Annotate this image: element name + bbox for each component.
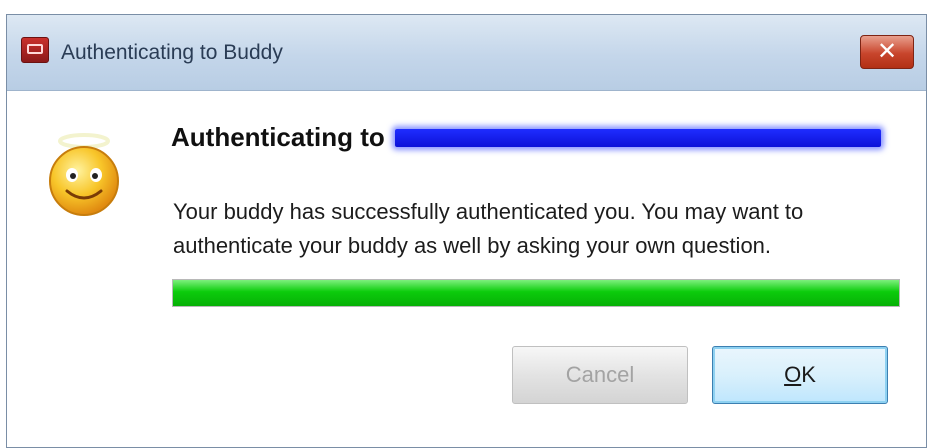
authentication-progress-bar (172, 279, 900, 307)
window-title: Authenticating to Buddy (61, 41, 283, 64)
close-button[interactable]: ✕ (860, 35, 914, 69)
progress-fill (173, 280, 899, 306)
ok-mnemonic: O (784, 362, 802, 387)
angel-emoticon-icon (49, 133, 119, 216)
dialog-heading: Authenticating to (171, 122, 385, 152)
ok-button[interactable]: OK (712, 346, 888, 404)
ok-label: K (801, 362, 816, 387)
authentication-dialog: Authenticating to Buddy ✕ Authenticating (6, 14, 927, 448)
heading-row: Authenticating to (171, 122, 882, 162)
cancel-button[interactable]: Cancel (512, 346, 688, 404)
title-bar[interactable]: Authenticating to Buddy ✕ (7, 15, 926, 91)
dialog-body: Authenticating to Your buddy has success… (7, 91, 926, 447)
app-icon (21, 37, 49, 63)
redacted-buddy-name (395, 128, 882, 147)
close-icon: ✕ (876, 37, 898, 65)
status-message: Your buddy has successfully authenticate… (173, 199, 804, 258)
